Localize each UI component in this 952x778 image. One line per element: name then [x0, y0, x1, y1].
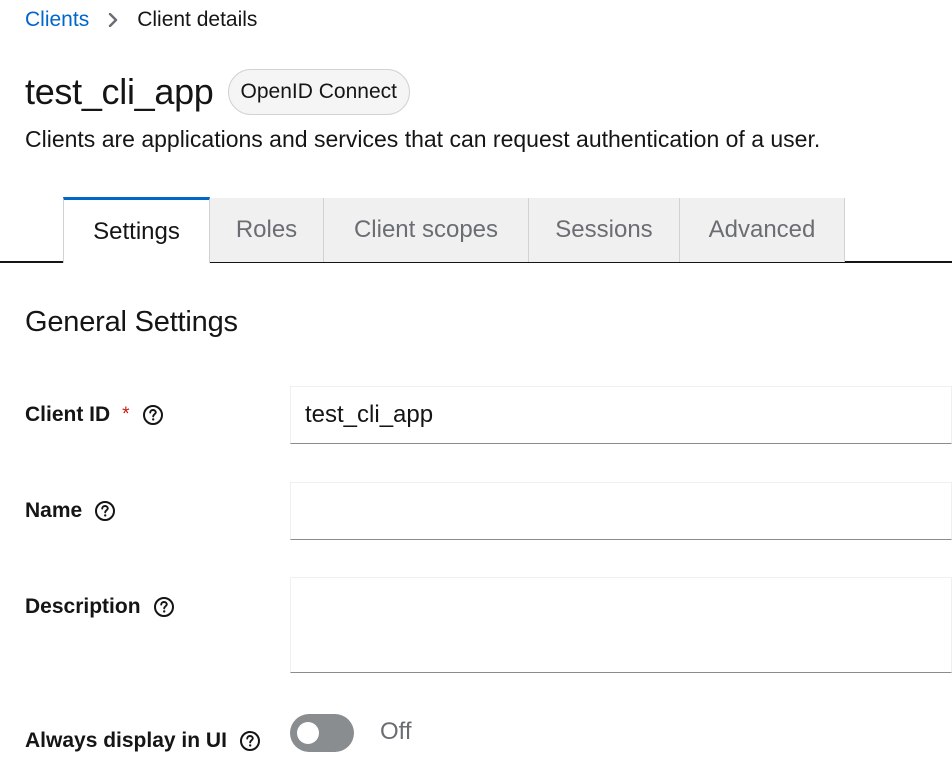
always-display-toggle[interactable]	[290, 714, 354, 752]
breadcrumb: Clients Client details	[25, 7, 257, 33]
client-id-label-group: Client ID *	[25, 403, 164, 427]
page-description: Clients are applications and services th…	[25, 126, 821, 152]
tab-client-scopes[interactable]: Client scopes	[324, 198, 529, 262]
breadcrumb-current: Client details	[137, 8, 258, 31]
tab-sessions[interactable]: Sessions	[529, 198, 680, 262]
help-icon[interactable]	[239, 730, 261, 752]
client-id-label: Client ID	[25, 403, 111, 426]
name-label-group: Name	[25, 499, 116, 523]
page-header: test_cli_app OpenID Connect	[25, 68, 410, 116]
section-title: General Settings	[25, 306, 238, 338]
toggle-knob	[297, 722, 319, 744]
help-icon[interactable]	[153, 596, 175, 618]
name-input[interactable]	[290, 482, 952, 540]
help-icon[interactable]	[142, 404, 164, 426]
always-display-label: Always display in UI	[25, 729, 227, 752]
client-tabs: Settings Roles Client scopes Sessions Ad…	[0, 197, 952, 263]
description-textarea[interactable]	[290, 577, 952, 673]
name-label: Name	[25, 499, 83, 522]
required-indicator: *	[122, 404, 130, 425]
help-icon[interactable]	[94, 500, 116, 522]
client-id-input[interactable]: test_cli_app	[290, 386, 952, 444]
page-title: test_cli_app	[25, 71, 214, 112]
toggle-state-label: Off	[380, 718, 412, 745]
tab-settings[interactable]: Settings	[63, 197, 210, 263]
tab-advanced[interactable]: Advanced	[680, 198, 845, 262]
chevron-right-icon	[89, 13, 137, 27]
tab-roles[interactable]: Roles	[210, 198, 324, 262]
breadcrumb-clients-link[interactable]: Clients	[25, 8, 89, 32]
description-label-group: Description	[25, 595, 175, 619]
always-display-label-group: Always display in UI	[25, 729, 261, 753]
description-label: Description	[25, 595, 141, 618]
protocol-badge: OpenID Connect	[227, 69, 410, 115]
